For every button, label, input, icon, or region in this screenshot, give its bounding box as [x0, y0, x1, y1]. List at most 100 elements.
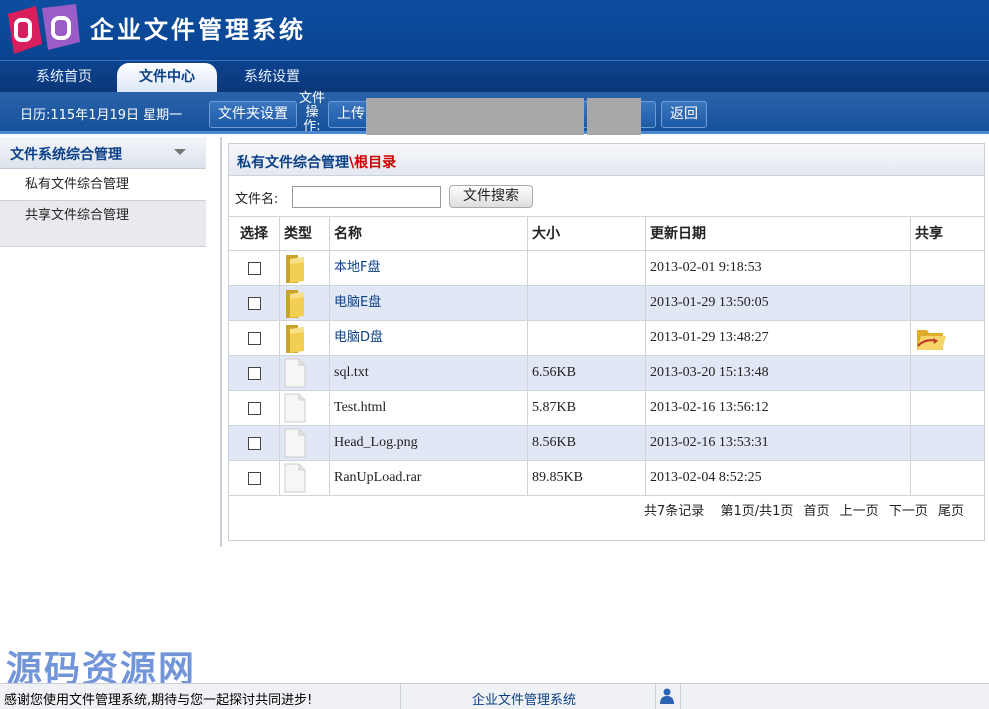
pager-next[interactable]: 下一页: [889, 504, 928, 519]
tab-file-center[interactable]: 文件中心: [117, 63, 217, 93]
row-checkbox[interactable]: [248, 437, 261, 450]
status-divider: [680, 684, 681, 709]
file-name[interactable]: 电脑E盘: [329, 286, 527, 320]
file-date: 2013-03-20 15:13:48: [645, 356, 910, 390]
row-checkbox[interactable]: [248, 472, 261, 485]
type-cell: [279, 251, 329, 285]
status-divider: [400, 684, 401, 709]
sidebar-title: 文件系统综合管理: [10, 147, 122, 163]
type-cell: [279, 461, 329, 495]
table-row[interactable]: Head_Log.png 8.56KB 2013-02-16 13:53:31: [229, 426, 984, 461]
row-checkbox[interactable]: [248, 402, 261, 415]
document-icon: [284, 463, 306, 493]
select-cell: [229, 391, 279, 425]
file-name: sql.txt: [329, 356, 527, 390]
file-size: [527, 251, 645, 285]
type-cell: [279, 286, 329, 320]
table-row[interactable]: 本地F盘 2013-02-01 9:18:53: [229, 251, 984, 286]
select-cell: [229, 426, 279, 460]
sidebar-item-private-files[interactable]: 私有文件综合管理: [0, 171, 206, 199]
app-header: 企业文件管理系统: [0, 0, 989, 60]
sidebar: 文件系统综合管理 私有文件综合管理 共享文件综合管理: [0, 137, 206, 247]
file-name: RanUpLoad.rar: [329, 461, 527, 495]
document-icon: [284, 393, 306, 423]
calendar-date: 日历:115年1月19日 星期一: [20, 108, 183, 123]
status-message: 感谢您使用文件管理系统,期待与您一起探讨共同进步!: [4, 693, 313, 708]
filename-search-input[interactable]: [292, 186, 441, 208]
breadcrumb: 私有文件综合管理\根目录: [237, 152, 396, 172]
status-divider: [655, 684, 656, 709]
col-select: 选择: [240, 226, 268, 242]
file-date: 2013-02-04 8:52:25: [645, 461, 910, 495]
table-row[interactable]: 电脑D盘 2013-01-29 13:48:27: [229, 321, 984, 356]
pager-page: 第1页/共1页: [720, 504, 794, 519]
file-size: 6.56KB: [527, 356, 645, 390]
row-checkbox[interactable]: [248, 262, 261, 275]
breadcrumb-root[interactable]: 根目录: [354, 155, 396, 171]
tab-system-settings[interactable]: 系统设置: [228, 63, 316, 93]
share-cell: [910, 251, 984, 285]
file-date: 2013-02-16 13:53:31: [645, 426, 910, 460]
pager-first[interactable]: 首页: [804, 504, 830, 519]
chevron-down-icon[interactable]: [174, 149, 186, 155]
file-size: [527, 321, 645, 355]
file-date: 2013-01-29 13:50:05: [645, 286, 910, 320]
tab-home[interactable]: 系统首页: [20, 63, 108, 93]
row-checkbox[interactable]: [248, 367, 261, 380]
back-button[interactable]: 返回: [661, 101, 707, 128]
breadcrumb-section[interactable]: 私有文件综合管理: [237, 155, 349, 171]
file-name: Head_Log.png: [329, 426, 527, 460]
logo-icon: [8, 4, 80, 54]
main-nav: 系统首页 文件中心 系统设置: [0, 60, 989, 93]
sidebar-header[interactable]: 文件系统综合管理: [0, 137, 206, 169]
sidebar-divider: [220, 137, 222, 547]
user-icon: [660, 688, 674, 704]
status-bar: 感谢您使用文件管理系统,期待与您一起探讨共同进步! 企业文件管理系统: [0, 683, 989, 709]
sidebar-item-shared-files[interactable]: 共享文件综合管理: [0, 200, 206, 247]
file-size: 89.85KB: [527, 461, 645, 495]
share-cell: [910, 321, 984, 355]
table-row[interactable]: Test.html 5.87KB 2013-02-16 13:56:12: [229, 391, 984, 426]
status-app-name: 企业文件管理系统: [472, 693, 577, 708]
file-operations-label: 文件操作:: [298, 91, 325, 134]
share-cell: [910, 391, 984, 425]
file-name[interactable]: 电脑D盘: [329, 321, 527, 355]
pager-prev[interactable]: 上一页: [840, 504, 879, 519]
col-type: 类型: [279, 217, 329, 251]
type-cell: [279, 426, 329, 460]
select-cell: [229, 286, 279, 320]
share-cell: [910, 286, 984, 320]
folder-icon: [284, 323, 306, 353]
select-cell: [229, 356, 279, 390]
file-name[interactable]: 本地F盘: [329, 251, 527, 285]
folder-settings-button[interactable]: 文件夹设置: [209, 101, 297, 128]
redacted-area: [366, 98, 584, 135]
table-row[interactable]: RanUpLoad.rar 89.85KB 2013-02-04 8:52:25: [229, 461, 984, 496]
table-row[interactable]: 电脑E盘 2013-01-29 13:50:05: [229, 286, 984, 321]
col-date: 更新日期: [645, 217, 910, 251]
share-cell: [910, 426, 984, 460]
select-cell: [229, 461, 279, 495]
table-row[interactable]: sql.txt 6.56KB 2013-03-20 15:13:48: [229, 356, 984, 391]
type-cell: [279, 391, 329, 425]
file-date: 2013-01-29 13:48:27: [645, 321, 910, 355]
shared-folder-icon[interactable]: [915, 324, 947, 352]
file-name: Test.html: [329, 391, 527, 425]
search-button[interactable]: 文件搜索: [449, 185, 533, 208]
redacted-area: [587, 98, 641, 135]
col-name: 名称: [329, 217, 527, 251]
share-cell: [910, 356, 984, 390]
col-size: 大小: [527, 217, 645, 251]
col-share: 共享: [910, 217, 984, 251]
search-label: 文件名:: [235, 192, 279, 207]
row-checkbox[interactable]: [248, 332, 261, 345]
file-size: 5.87KB: [527, 391, 645, 425]
pager: 共7条记录 第1页/共1页 首页 上一页 下一页 尾页: [638, 500, 964, 519]
app-title: 企业文件管理系统: [90, 16, 306, 44]
pager-last[interactable]: 尾页: [938, 504, 964, 519]
select-cell: [229, 251, 279, 285]
file-panel: 私有文件综合管理\根目录 文件名: 文件搜索 选择 类型 名称 大小 更新日期 …: [228, 143, 985, 541]
row-checkbox[interactable]: [248, 297, 261, 310]
share-cell: [910, 461, 984, 495]
type-cell: [279, 321, 329, 355]
